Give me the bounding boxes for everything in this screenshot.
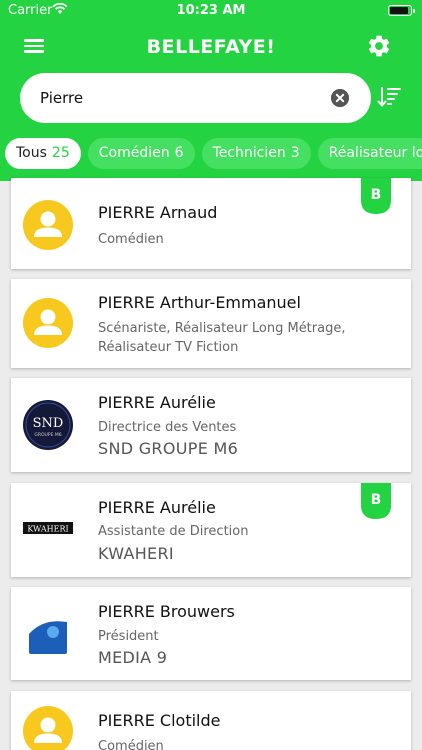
member-badge: B: [361, 178, 391, 214]
contact-role: Comédien: [98, 232, 164, 247]
logo-text: KWAHERI: [27, 525, 68, 534]
status-bar: Carrier 10:23 AM: [0, 0, 422, 22]
contact-role: Assistante de Direction: [98, 524, 249, 539]
clear-search-icon[interactable]: [331, 89, 349, 107]
contact-name: PIERRE Arnaud: [98, 203, 218, 222]
filter-chip-count: 3: [290, 145, 300, 161]
contact-role: Directrice des Ventes: [98, 420, 237, 435]
result-card[interactable]: PIERRE Arnaud Comédien B: [11, 178, 411, 269]
person-avatar-icon: [23, 706, 73, 750]
contact-company: SND GROUPE M6: [98, 439, 239, 458]
filter-chip-label: Réalisateur lo: [328, 145, 422, 161]
contact-role: Comédien: [98, 739, 164, 750]
company-logo: KWAHERI: [23, 522, 73, 534]
logo-subtext: GROUPE M6: [34, 432, 61, 438]
search-box: [20, 73, 371, 123]
contact-name: PIERRE Brouwers: [98, 602, 235, 621]
filter-chip-label: Comédien: [98, 145, 170, 161]
contact-name: PIERRE Clotilde: [98, 711, 221, 730]
result-card[interactable]: SND GROUPE M6 PIERRE Aurélie Directrice des…: [11, 378, 411, 472]
app-header: Carrier 10:23 AM BELLEFAYE! Tous25Comédi…: [0, 0, 422, 181]
app-title: BELLEFAYE!: [146, 36, 276, 58]
sort-icon[interactable]: [377, 86, 401, 108]
filter-chip-count: 25: [51, 145, 70, 161]
person-avatar-icon: [23, 200, 73, 250]
result-card[interactable]: KWAHERI PIERRE Aurélie Assistante de Direc…: [11, 483, 411, 577]
filter-chip-label: Technicien: [212, 145, 286, 161]
battery-icon: [388, 5, 415, 16]
contact-name: PIERRE Aurélie: [98, 498, 216, 517]
filter-chip-label: Tous: [16, 145, 47, 161]
clock: 10:23 AM: [176, 3, 246, 18]
member-badge: B: [361, 483, 391, 519]
contact-role: Scénariste, Réalisateur Long Métrage, Ré…: [98, 321, 346, 355]
filter-chip[interactable]: Réalisateur lo: [317, 138, 422, 169]
result-card[interactable]: PIERRE Arthur-Emmanuel Scénariste, Réalis…: [11, 279, 411, 368]
company-logo: SNDGROUPE M6: [23, 400, 73, 450]
gear-icon[interactable]: [366, 33, 392, 59]
filter-chip[interactable]: Comédien 6: [87, 138, 195, 169]
filter-chip[interactable]: Technicien 3: [201, 138, 311, 169]
contact-name: PIERRE Aurélie: [98, 393, 216, 412]
contact-company: KWAHERI: [98, 544, 174, 563]
filter-chip[interactable]: Tous 25: [5, 138, 81, 169]
contact-role: Président: [98, 629, 159, 644]
result-card[interactable]: PIERRE Clotilde Comédien: [11, 691, 411, 750]
contact-company: MEDIA 9: [98, 648, 168, 667]
company-logo: [29, 616, 67, 654]
person-avatar-icon: [23, 298, 73, 348]
filter-chips: Tous 25 Comédien 6 Technicien 3 Réalisateur lo: [5, 138, 422, 169]
result-card[interactable]: PIERRE Brouwers Président MEDIA 9: [11, 587, 411, 680]
filter-chip-count: 6: [174, 145, 184, 161]
contact-name: PIERRE Arthur-Emmanuel: [98, 293, 301, 312]
badge-label: B: [370, 187, 382, 203]
logo-text: SND: [33, 416, 64, 431]
badge-label: B: [370, 492, 382, 508]
search-input[interactable]: [40, 86, 330, 110]
